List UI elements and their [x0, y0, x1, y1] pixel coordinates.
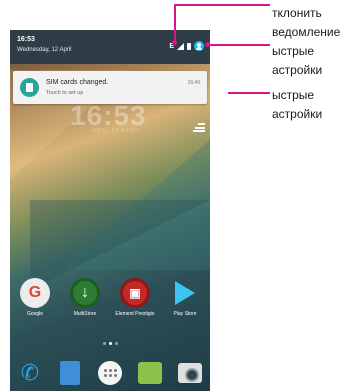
notification-subtitle: Touch to set up: [46, 90, 84, 96]
dock: ✆: [10, 355, 210, 391]
battery-icon: [187, 42, 191, 50]
user-avatar-icon[interactable]: [194, 41, 204, 51]
home-apps-row: G Google ↓ MultiStore ▣ Element Prestigi…: [10, 278, 210, 317]
callout-line: [174, 4, 176, 42]
play-store-icon: [170, 278, 200, 308]
notification-shade-header[interactable]: 16:53 Wednesday, 12 April E: [10, 30, 210, 64]
app-google[interactable]: G Google: [12, 278, 58, 317]
clear-all-icon[interactable]: [193, 123, 205, 132]
callout-text-quick-settings-2: ыстрые астройки: [272, 88, 323, 122]
callout-line: [174, 4, 270, 6]
app-label: MultiStore: [73, 311, 97, 317]
callout-dot: [172, 40, 177, 45]
app-label: Element Prestigio: [115, 311, 155, 317]
messages-icon[interactable]: [137, 360, 163, 386]
multistore-icon: ↓: [70, 278, 100, 308]
contacts-icon[interactable]: [57, 360, 83, 386]
phone-icon[interactable]: ✆: [17, 360, 43, 386]
app-element-prestigio[interactable]: ▣ Element Prestigio: [112, 278, 158, 317]
callout-text-quick-settings-1: ыстрые астройки: [272, 44, 323, 78]
notification-title: SIM cards changed.: [46, 79, 109, 86]
signal-icon: [177, 42, 184, 50]
wallpaper-shape: [30, 200, 210, 290]
element-prestigio-icon: ▣: [120, 278, 150, 308]
sim-icon: [20, 78, 39, 97]
callout-line: [228, 92, 270, 94]
callout-text-dismiss: тклонить ведомление: [272, 6, 341, 40]
status-date: Wednesday, 12 April: [17, 47, 72, 53]
app-label: Google: [26, 311, 44, 317]
page-indicator: [103, 342, 118, 345]
lockscreen-date: WED, 12 APRIL: [92, 128, 141, 134]
status-time: 16:53: [17, 36, 35, 43]
app-multistore[interactable]: ↓ MultiStore: [62, 278, 108, 317]
app-play-store[interactable]: Play Store: [162, 278, 208, 317]
app-drawer-icon[interactable]: [97, 360, 123, 386]
google-icon: G: [20, 278, 50, 308]
callout-dot: [205, 42, 210, 47]
notification-time: 16:49: [187, 80, 200, 86]
callout-line: [207, 44, 270, 46]
camera-icon[interactable]: [177, 360, 203, 386]
phone-screen: 16:53 Wednesday, 12 April E SIM cards ch…: [10, 30, 210, 391]
app-label: Play Store: [173, 311, 197, 317]
